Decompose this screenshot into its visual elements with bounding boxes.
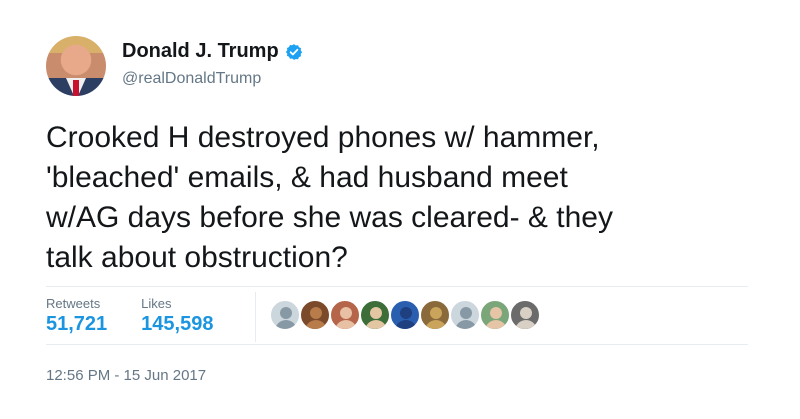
avatar-body <box>485 320 507 329</box>
avatar-body <box>275 320 297 329</box>
avatar-body <box>425 320 447 329</box>
author-handle[interactable]: @realDonaldTrump <box>122 70 261 88</box>
avatar-body <box>335 320 357 329</box>
avatar-body <box>365 320 387 329</box>
user-avatar-icon[interactable] <box>390 300 420 330</box>
user-avatar-icon[interactable] <box>510 300 540 330</box>
divider-top <box>46 286 748 287</box>
user-avatar-icon[interactable] <box>330 300 360 330</box>
avatar-head <box>430 307 442 319</box>
user-avatar-icon[interactable] <box>420 300 450 330</box>
user-avatar-icon[interactable] <box>360 300 390 330</box>
likes-label: Likes <box>141 296 172 311</box>
author-name-line: Donald J. Trump <box>122 40 303 63</box>
avatar-head <box>280 307 292 319</box>
avatar-head <box>460 307 472 319</box>
tweet-text: Crooked H destroyed phones w/ hammer, 'b… <box>46 121 613 274</box>
liker-avatars <box>270 300 540 330</box>
retweets-stat[interactable]: Retweets 51,721 <box>46 292 107 340</box>
verified-badge-icon <box>285 43 302 60</box>
default-avatar-icon[interactable] <box>450 300 480 330</box>
avatar-head <box>340 307 352 319</box>
retweets-label: Retweets <box>46 296 101 311</box>
user-avatar-icon[interactable] <box>480 300 510 330</box>
avatar-body <box>395 320 417 329</box>
avatar-head <box>400 307 412 319</box>
author-name[interactable]: Donald J. Trump <box>122 40 279 63</box>
likes-count: 145,598 <box>141 313 214 335</box>
avatar-head <box>520 307 532 319</box>
user-avatar-icon[interactable] <box>300 300 330 330</box>
avatar-body <box>515 320 537 329</box>
avatar-head <box>490 307 502 319</box>
avatar-body <box>455 320 477 329</box>
avatar-body <box>305 320 327 329</box>
divider-bottom <box>46 344 748 345</box>
avatar-head <box>370 307 382 319</box>
likes-stat[interactable]: Likes 145,598 <box>141 292 213 340</box>
avatar-tie <box>73 80 79 96</box>
stats-separator <box>255 292 256 342</box>
avatar-head <box>310 307 322 319</box>
default-avatar-icon[interactable] <box>270 300 300 330</box>
tweet-header: Donald J. Trump @realDonaldTrump <box>46 36 746 98</box>
author-avatar[interactable] <box>46 36 106 96</box>
retweets-count: 51,721 <box>46 313 108 335</box>
tweet-timestamp[interactable]: 12:56 PM - 15 Jun 2017 <box>46 367 206 384</box>
tweet-stats: Retweets 51,721 Likes 145,598 <box>46 292 247 340</box>
